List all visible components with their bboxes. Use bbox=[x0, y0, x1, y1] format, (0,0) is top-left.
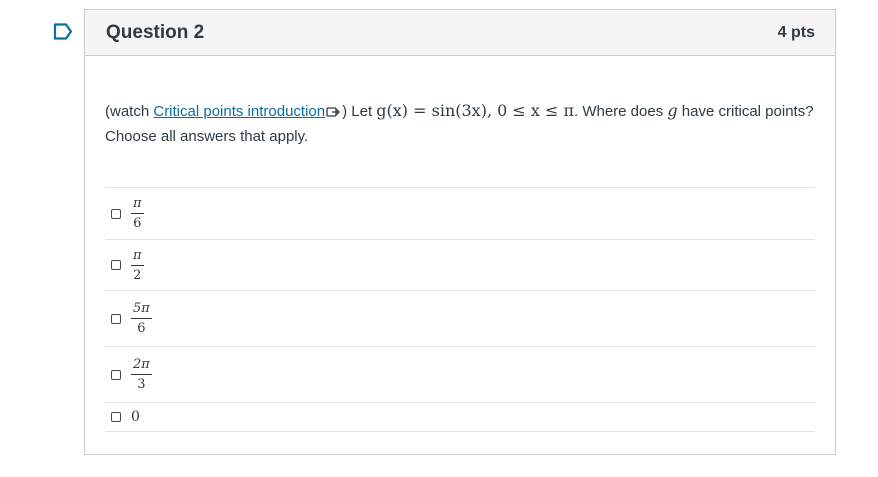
answer-option[interactable]: 2π 3 bbox=[105, 346, 815, 402]
question-title: Question 2 bbox=[106, 21, 205, 43]
answer-checkbox[interactable] bbox=[111, 412, 121, 422]
external-video-icon bbox=[326, 107, 341, 117]
prompt-after-math: . Where does bbox=[574, 103, 668, 120]
question-body: (watch Critical points introduction ) Let… bbox=[85, 56, 835, 432]
answer-list: π 6 π 2 5π 6 2π 3 0 bbox=[105, 187, 815, 432]
fraction-bar bbox=[131, 374, 152, 375]
answer-checkbox[interactable] bbox=[111, 313, 121, 324]
answer-fraction: π 2 bbox=[131, 248, 144, 283]
critical-points-link[interactable]: Critical points introduction bbox=[153, 103, 325, 120]
answer-checkbox[interactable] bbox=[111, 369, 121, 380]
answer-denominator: 2 bbox=[133, 267, 142, 283]
question-header: Question 2 4 pts bbox=[85, 10, 835, 56]
answer-option[interactable]: 0 bbox=[105, 402, 815, 432]
answer-denominator: 3 bbox=[137, 377, 146, 392]
question-prompt: (watch Critical points introduction ) Let… bbox=[105, 98, 817, 149]
answer-numerator: 5π bbox=[133, 301, 150, 316]
answer-fraction: π 6 bbox=[131, 196, 144, 231]
answer-numerator: π bbox=[133, 247, 142, 263]
answer-value: 0 bbox=[131, 409, 140, 425]
question-card: Question 2 4 pts (watch Critical points … bbox=[84, 9, 836, 455]
flag-question-icon[interactable] bbox=[53, 23, 73, 40]
answer-numerator: 2π bbox=[133, 357, 150, 372]
fraction-bar bbox=[131, 264, 144, 266]
answer-denominator: 6 bbox=[137, 321, 146, 336]
answer-option[interactable]: 5π 6 bbox=[105, 290, 815, 346]
answer-option[interactable]: π 2 bbox=[105, 239, 815, 290]
answer-fraction: 5π 6 bbox=[131, 301, 152, 336]
answer-fraction: 2π 3 bbox=[131, 357, 152, 392]
fraction-bar bbox=[131, 213, 144, 214]
answer-checkbox[interactable] bbox=[111, 260, 121, 270]
answer-checkbox[interactable] bbox=[111, 208, 121, 219]
math-expression: g(x) = sin(3x), 0 ≤ x ≤ π bbox=[376, 101, 574, 120]
question-points: 4 pts bbox=[777, 23, 815, 41]
prompt-prefix: (watch bbox=[105, 103, 154, 120]
fraction-bar bbox=[131, 318, 152, 319]
math-variable: g bbox=[667, 101, 678, 120]
answer-denominator: 6 bbox=[133, 216, 142, 231]
prompt-middle: ) Let bbox=[342, 103, 377, 120]
answer-numerator: π bbox=[133, 196, 142, 211]
answer-option[interactable]: π 6 bbox=[105, 187, 815, 239]
